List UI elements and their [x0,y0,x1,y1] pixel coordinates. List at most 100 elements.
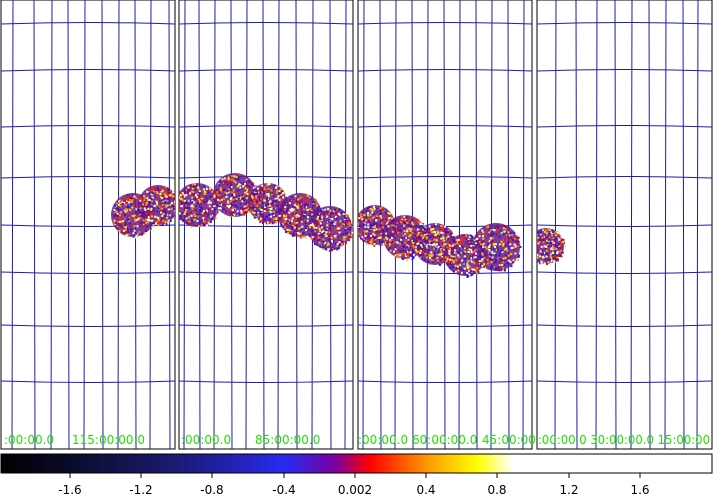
emission-speckle [297,200,300,203]
emission-speckle [118,229,121,232]
emission-speckle [205,224,208,227]
emission-speckle [130,230,133,233]
emission-speckle [133,201,136,204]
emission-speckle [154,215,157,218]
emission-speckle [492,232,495,235]
emission-speckle [229,181,232,184]
emission-speckle [172,191,174,194]
emission-speckle [305,229,307,232]
emission-speckle [336,224,339,227]
emission-speckle [550,256,553,259]
emission-speckle [457,254,460,257]
emission-speckle [170,208,173,211]
emission-speckle [271,222,274,225]
emission-speckle [406,228,409,231]
emission-speckle [238,213,241,216]
emission-speckle [232,198,235,201]
emission-speckle [480,241,483,244]
emission-speckle [429,236,432,239]
emission-speckle [392,224,395,227]
emission-speckle [294,195,297,198]
emission-speckle [261,189,263,191]
emission-speckle [420,244,423,246]
emission-speckle [119,205,122,208]
panel-2-coord-label-2: 85:00:00.0 [255,433,320,447]
emission-speckle [492,270,495,273]
colorbar[interactable]: -1.6 -1.2 -0.8 -0.4 0.002 0.4 0.8 1.2 1.6 [0,452,713,498]
emission-speckle [185,213,188,216]
emission-speckle [164,210,167,213]
sky-image-viewer[interactable]: :00:00.0 115:00:00.0 :00:00.0 85:00:00.0… [0,0,713,498]
emission-speckle [279,208,282,211]
emission-speckle [399,250,402,253]
emission-speckle [403,221,406,224]
emission-speckle [344,235,347,238]
emission-speckle [248,183,251,186]
emission-speckle [255,213,258,216]
emission-speckle [336,217,338,220]
emission-speckle [463,267,466,270]
emission-speckle [232,189,235,192]
emission-speckle [363,230,366,233]
emission-speckle [415,236,418,239]
emission-speckle [394,234,397,237]
emission-speckle [191,207,194,210]
emission-speckle [367,212,370,215]
emission-speckle [424,232,427,234]
emission-speckle [258,201,261,204]
emission-speckle [344,228,347,231]
emission-speckle [167,188,170,191]
emission-speckle [278,216,281,219]
emission-speckle [489,237,492,240]
emission-speckle [371,211,374,214]
panel-3-coord-label-3: 45:00:00 [482,433,536,447]
emission-speckle [172,195,175,198]
emission-speckle [447,243,450,246]
emission-speckle [224,210,227,213]
emission-speckle [120,220,123,223]
emission-speckle [258,205,261,208]
emission-speckle [303,206,306,209]
emission-speckle [359,220,362,223]
emission-speckle [226,183,229,186]
emission-speckle [337,212,340,215]
emission-speckle [321,224,324,227]
emission-speckle [241,207,244,210]
emission-speckle [450,230,453,233]
emission-speckle [185,209,188,211]
emission-speckle [204,211,207,214]
emission-speckle [166,199,169,202]
emission-speckle [558,238,561,241]
emission-speckle [403,215,406,218]
emission-speckle [134,232,137,235]
emission-speckle [151,200,153,203]
emission-speckle [142,211,144,214]
emission-speckle [280,188,283,190]
emission-speckle [417,242,420,245]
emission-speckle [218,207,220,210]
emission-speckle [138,231,141,234]
emission-speckle [262,190,265,193]
emission-speckle [148,219,151,222]
emission-speckle [252,205,255,208]
emission-speckle [400,238,402,241]
emission-speckle [300,217,303,220]
emission-speckle [229,186,231,189]
emission-speckle [510,236,513,239]
emission-speckle [432,236,435,239]
emission-speckle [459,263,461,266]
emission-speckle [403,254,406,257]
emission-speckle [321,235,324,238]
emission-speckle [241,197,244,200]
emission-speckle [413,234,416,237]
emission-speckle [211,208,214,211]
emission-speckle [547,235,550,238]
emission-speckle [209,187,212,190]
emission-speckle [253,192,256,195]
mosaic-panels[interactable]: :00:00.0 115:00:00.0 :00:00.0 85:00:00.0… [0,0,713,450]
emission-speckle [545,252,547,255]
emission-speckle [404,251,407,253]
emission-speckle [395,241,398,244]
emission-speckle [167,222,170,225]
emission-speckle [324,234,327,237]
